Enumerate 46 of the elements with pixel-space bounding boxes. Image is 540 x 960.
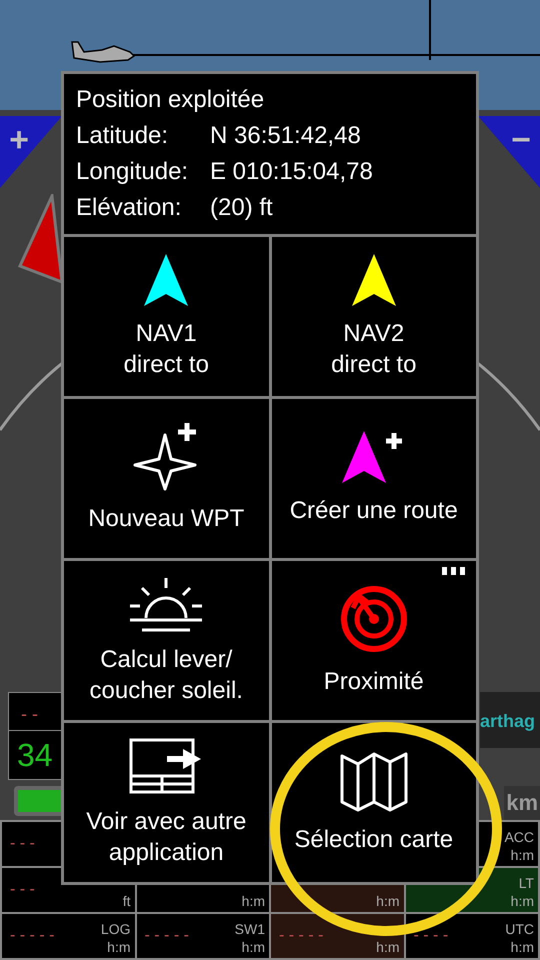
coordinate-label: Elévation: bbox=[76, 193, 182, 223]
zoom-out-button[interactable]: − bbox=[478, 116, 540, 188]
panel-title: Position exploitée bbox=[76, 85, 266, 115]
radar-icon bbox=[338, 584, 409, 654]
cell-label: ACC bbox=[504, 828, 534, 846]
folded-map-icon bbox=[340, 750, 408, 812]
screen-arrow-icon bbox=[129, 738, 204, 794]
cell-unit: h:m bbox=[510, 846, 534, 864]
empty-reading: - - - - bbox=[414, 926, 448, 946]
empty-reading: - - - bbox=[10, 880, 35, 900]
coordinate-value: E 010:15:04,78 bbox=[210, 157, 373, 187]
cell-label: UTC bbox=[505, 920, 534, 938]
menu-action-button[interactable]: NAV1 direct to bbox=[64, 237, 268, 396]
menu-action-button[interactable]: Créer une route bbox=[272, 399, 476, 558]
cell-unit: h:m bbox=[510, 938, 534, 956]
menu-action-button[interactable]: NAV2 direct to bbox=[272, 237, 476, 396]
menu-action-button[interactable]: Voir avec autre application bbox=[64, 723, 268, 882]
menu-action-button[interactable]: Proximité bbox=[272, 561, 476, 720]
cell-unit: h:m bbox=[510, 892, 534, 910]
coordinate-value: (20) ft bbox=[210, 193, 273, 223]
dashes-reading: - - bbox=[20, 703, 39, 726]
distance-reading: km bbox=[504, 786, 540, 820]
zoom-in-button[interactable]: + bbox=[0, 116, 62, 188]
cell-unit: h:m bbox=[242, 938, 265, 956]
menu-action-button[interactable]: Sélection carte bbox=[272, 723, 476, 882]
cell-unit: h:m bbox=[376, 892, 400, 910]
coordinate-value: N 36:51:42,48 bbox=[210, 121, 361, 151]
empty-reading: - - - bbox=[10, 834, 35, 854]
cell-unit: h:m bbox=[376, 938, 400, 956]
empty-reading: - - - - - bbox=[279, 926, 324, 946]
waypoint-name: arthag bbox=[480, 692, 540, 748]
cell-unit: h:m bbox=[107, 938, 130, 956]
sunrise-icon bbox=[128, 576, 204, 632]
empty-reading: - - - - - bbox=[144, 926, 189, 946]
menu-action-button[interactable]: Calcul lever/ coucher soleil. bbox=[64, 561, 268, 720]
coordinate-label: Longitude: bbox=[76, 157, 190, 187]
cell-label: LOG bbox=[100, 920, 130, 938]
airplane-icon bbox=[70, 40, 136, 64]
cell-label: LT bbox=[518, 874, 534, 892]
cell-unit: ft bbox=[122, 892, 130, 910]
cell-unit: h:m bbox=[242, 892, 265, 910]
cell-label: SW1 bbox=[234, 920, 265, 938]
menu-action-button[interactable]: Nouveau WPT bbox=[64, 399, 268, 558]
coordinate-label: Latitude: bbox=[76, 121, 170, 151]
more-icon bbox=[442, 567, 466, 575]
empty-reading: - - - - - bbox=[10, 926, 54, 946]
